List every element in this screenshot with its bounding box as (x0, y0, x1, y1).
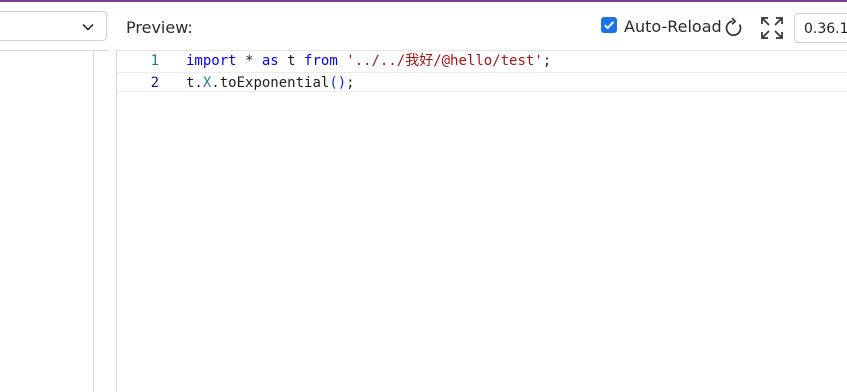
code-token: from (304, 53, 338, 69)
file-select-dropdown[interactable] (0, 11, 107, 41)
reload-icon (725, 17, 742, 36)
window-top-border (0, 0, 847, 2)
auto-reload-checkbox[interactable] (601, 17, 617, 33)
fullscreen-button[interactable] (760, 16, 784, 40)
code-line-current[interactable]: 2 t.X.toExponential(); (117, 72, 847, 92)
code-token: ; (542, 53, 552, 69)
code-token: () (329, 75, 347, 91)
code-token: t. (186, 75, 203, 91)
reload-button[interactable] (723, 17, 745, 39)
expand-icon (761, 17, 783, 39)
code-line[interactable]: 1 import * as t from '../../我好/@hello/te… (117, 51, 847, 71)
code-token: t (278, 53, 305, 69)
auto-reload-label[interactable]: Auto-Reload (624, 17, 722, 36)
line-number: 2 (150, 75, 159, 91)
preview-label: Preview: (126, 18, 193, 37)
line-number: 1 (150, 53, 159, 69)
code-token: .toExponential (211, 75, 330, 91)
code-editor[interactable]: 1 import * as t from '../../我好/@hello/te… (117, 51, 847, 392)
code-token: ; (346, 75, 355, 91)
version-value: 0.36.1 (804, 21, 847, 37)
code-token: import (186, 53, 237, 69)
checkmark-icon (604, 21, 615, 30)
code-token: as (261, 53, 279, 69)
chevron-down-icon (81, 20, 95, 39)
version-select[interactable]: 0.36.1 (794, 13, 847, 43)
code-token: * (236, 53, 262, 69)
code-text: import * as t from '../../我好/@hello/test… (186, 51, 551, 71)
code-text: t.X.toExponential(); (186, 73, 355, 93)
code-token: '../../我好/@hello/test' (346, 53, 543, 69)
left-pane-scrollbar[interactable] (94, 51, 108, 392)
